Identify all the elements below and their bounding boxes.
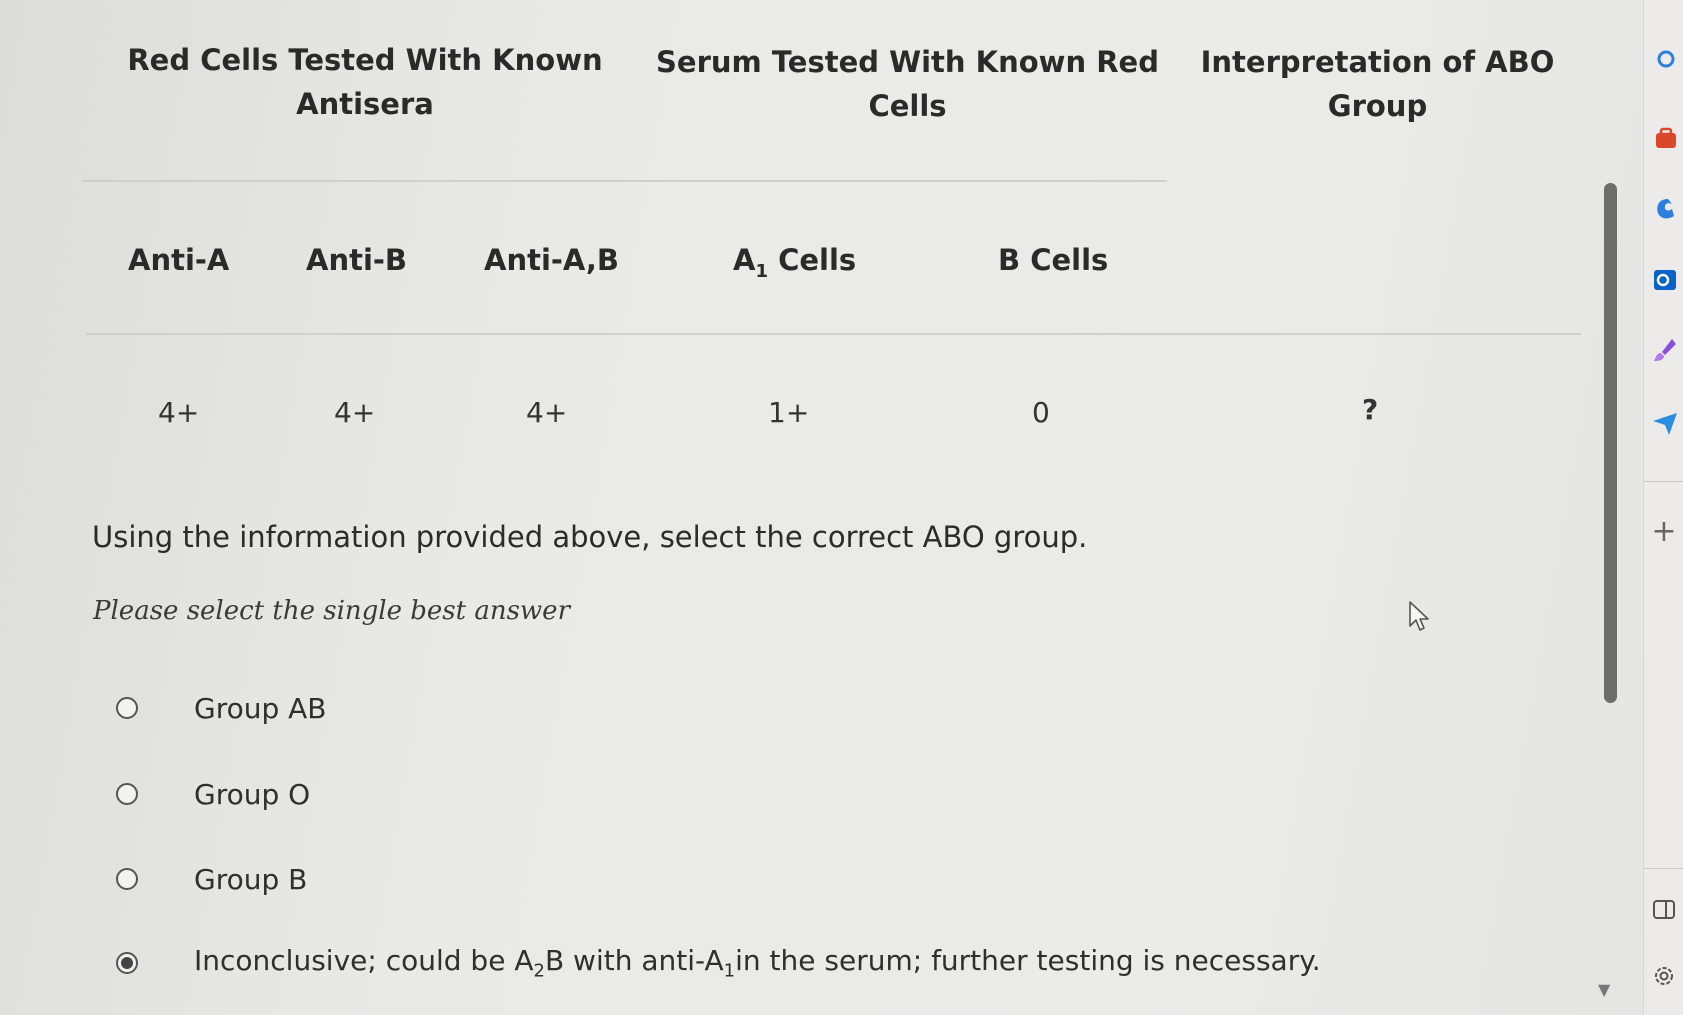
add-icon[interactable]: +	[1650, 517, 1678, 547]
column-header-anti-a: Anti-A	[128, 243, 230, 277]
option-group-o[interactable]: Group O	[116, 774, 1316, 814]
sidebar-divider	[1644, 481, 1683, 482]
page: Red Cells Tested With Known Antisera Ser…	[0, 0, 1683, 1015]
radio-button[interactable]	[116, 783, 138, 805]
brush-icon[interactable]	[1650, 336, 1678, 364]
header-divider-bottom	[86, 333, 1581, 335]
option-label: Group O	[194, 777, 311, 811]
cell-a1-cells: 1+	[768, 396, 810, 429]
scroll-down-arrow-icon[interactable]: ▼	[1598, 980, 1610, 999]
column-header-a1-cells: A1 Cells	[733, 243, 857, 282]
group-header-serum: Serum Tested With Known Red Cells	[656, 45, 1159, 123]
radio-button[interactable]	[116, 868, 138, 890]
option-label: Inconclusive; could be A2B with anti-A1i…	[194, 944, 1321, 982]
mouse-cursor-icon	[1409, 601, 1429, 631]
option-label: Group AB	[194, 691, 327, 725]
copilot-icon[interactable]	[1650, 195, 1678, 223]
question-text: Using the information provided above, se…	[92, 520, 1088, 554]
radio-button[interactable]	[116, 697, 138, 719]
sidebar-divider	[1644, 868, 1683, 869]
send-icon[interactable]	[1650, 409, 1678, 437]
cell-b-cells: 0	[1032, 396, 1050, 429]
option-group-b[interactable]: Group B	[116, 859, 1316, 899]
cell-anti-a: 4+	[158, 396, 200, 429]
option-inconclusive[interactable]: Inconclusive; could be A2B with anti-A1i…	[116, 943, 1321, 983]
group-header-interpretation: Interpretation of ABO Group	[1200, 45, 1555, 123]
column-header-anti-ab: Anti-A,B	[484, 243, 620, 277]
cell-anti-b: 4+	[334, 396, 376, 429]
instruction-text: Please select the single best answer	[93, 596, 571, 626]
column-header-b-cells: B Cells	[998, 243, 1109, 277]
radio-button-selected[interactable]	[116, 952, 138, 974]
option-label: Group B	[194, 862, 308, 896]
group-header-red-cells: Red Cells Tested With Known Antisera	[127, 43, 603, 121]
header-divider-top	[82, 180, 1167, 182]
split-view-icon[interactable]	[1650, 896, 1678, 924]
cell-interpretation: ?	[1362, 393, 1379, 426]
briefcase-icon[interactable]	[1650, 124, 1678, 152]
settings-icon[interactable]	[1650, 962, 1678, 990]
search-icon[interactable]	[1650, 46, 1678, 74]
option-group-ab[interactable]: Group AB	[116, 688, 1316, 728]
column-header-anti-b: Anti-B	[306, 243, 408, 277]
scrollbar-thumb[interactable]	[1604, 183, 1617, 703]
cell-anti-ab: 4+	[526, 396, 568, 429]
quiz-content: Red Cells Tested With Known Antisera Ser…	[0, 0, 1640, 1015]
outlook-icon[interactable]	[1650, 266, 1678, 294]
browser-sidebar	[1643, 0, 1683, 1015]
